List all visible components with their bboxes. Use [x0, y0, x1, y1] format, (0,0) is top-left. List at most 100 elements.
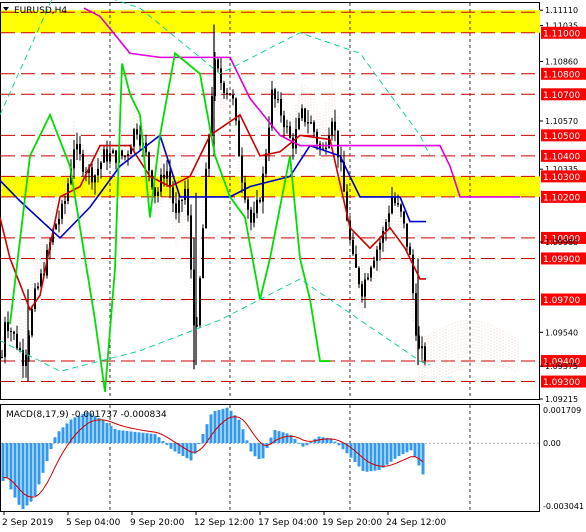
macd-histogram-bar	[21, 443, 25, 510]
candle-body	[283, 115, 285, 128]
candle-body	[268, 127, 270, 154]
time-tick-label: 19 Sep 20:00	[322, 518, 382, 528]
candle-body	[388, 213, 390, 223]
candle-body	[166, 171, 168, 179]
candle-body	[115, 150, 117, 163]
macd-histogram-bar	[373, 443, 377, 471]
candle-body	[202, 228, 204, 279]
candle-body	[271, 89, 273, 128]
macd-histogram-bar	[213, 411, 217, 444]
candle-body	[397, 203, 399, 205]
candle-body	[229, 93, 231, 96]
price-tag-label: 1.10800	[543, 70, 580, 80]
macd-histogram-bar	[197, 443, 201, 445]
candle-body	[103, 149, 105, 163]
price-tag-label: 1.11000	[543, 29, 580, 39]
macd-histogram-bar	[237, 419, 241, 444]
candle-body	[211, 96, 213, 136]
price-chart[interactable]: 1.111101.110351.110001.108601.108001.107…	[0, 0, 586, 532]
macd-histogram-bar	[229, 410, 233, 444]
macd-histogram-bar	[141, 432, 145, 444]
candle-body	[274, 89, 276, 100]
candle-body	[394, 197, 396, 204]
candle-body	[289, 126, 291, 138]
macd-histogram-bar	[413, 443, 417, 457]
candle-body	[136, 129, 138, 135]
macd-tick-label: 0.00	[543, 439, 561, 448]
candle-body	[4, 322, 6, 358]
macd-histogram-bar	[101, 420, 105, 444]
candle-body	[406, 223, 408, 247]
chart-background	[0, 0, 586, 532]
candle-body	[391, 197, 393, 214]
candle-body	[169, 171, 171, 188]
price-tick-label: 1.10860	[545, 57, 578, 66]
candle-body	[310, 122, 312, 124]
macd-histogram-bar	[349, 443, 353, 458]
macd-histogram-bar	[201, 433, 205, 444]
candle-body	[13, 331, 15, 334]
candle-body	[259, 199, 261, 202]
macd-histogram-bar	[257, 443, 261, 459]
candle-body	[157, 191, 159, 197]
candle-body	[175, 203, 177, 213]
macd-histogram-bar	[277, 431, 281, 444]
macd-histogram-bar	[173, 443, 177, 452]
macd-histogram-bar	[233, 415, 237, 444]
macd-histogram-bar	[97, 418, 101, 444]
macd-histogram-bar	[285, 433, 289, 444]
candle-body	[415, 293, 417, 336]
time-tick-label: 12 Sep 12:00	[194, 518, 254, 528]
macd-histogram-bar	[417, 443, 421, 466]
candle-body	[148, 152, 150, 171]
macd-histogram-bar	[321, 437, 325, 444]
candle-body	[277, 99, 279, 101]
candle-body	[424, 346, 426, 361]
candle-body	[244, 182, 246, 200]
macd-histogram-bar	[333, 441, 337, 444]
price-tag-label: 1.09300	[543, 378, 580, 388]
price-tag-label: 1.10400	[543, 152, 580, 162]
price-tag-label: 1.10700	[543, 91, 580, 101]
candle-body	[403, 211, 405, 224]
candle-body	[94, 175, 96, 183]
candle-body	[109, 153, 111, 162]
macd-histogram-bar	[109, 426, 113, 444]
candle-body	[10, 331, 12, 333]
candle-body	[358, 267, 360, 285]
macd-histogram-bar	[397, 443, 401, 457]
macd-histogram-bar	[165, 443, 169, 445]
candle-body	[163, 174, 165, 179]
macd-histogram-bar	[341, 443, 345, 450]
time-tick-label: 2 Sep 2019	[2, 518, 54, 528]
macd-histogram-bar	[149, 433, 153, 444]
macd-histogram-bar	[17, 443, 21, 505]
candle-body	[124, 155, 126, 157]
macd-histogram-bar	[29, 443, 33, 502]
price-tag-label: 1.10200	[543, 193, 580, 203]
candle-body	[247, 199, 249, 210]
macd-histogram-bar	[41, 443, 45, 473]
candle-body	[7, 322, 9, 332]
time-tick-label: 24 Sep 12:00	[386, 518, 446, 528]
candle-body	[16, 333, 18, 349]
candle-body	[226, 92, 228, 94]
macd-histogram-bar	[269, 437, 273, 444]
highlight-zone	[1, 10, 540, 33]
macd-histogram-bar	[421, 443, 425, 475]
candle-body	[280, 99, 282, 116]
candle-body	[151, 170, 153, 188]
candle-body	[313, 122, 315, 132]
macd-histogram-bar	[385, 443, 389, 465]
macd-histogram-bar	[381, 443, 385, 468]
macd-histogram-bar	[45, 443, 49, 461]
candle-body	[385, 222, 387, 232]
macd-histogram-bar	[389, 443, 393, 462]
candle-body	[334, 121, 336, 131]
macd-histogram-bar	[121, 430, 125, 444]
candle-body	[376, 249, 378, 261]
macd-histogram-bar	[337, 443, 341, 446]
macd-histogram-bar	[393, 443, 397, 459]
macd-histogram-bar	[157, 437, 161, 444]
time-tick-label: 5 Sep 04:00	[66, 518, 121, 528]
